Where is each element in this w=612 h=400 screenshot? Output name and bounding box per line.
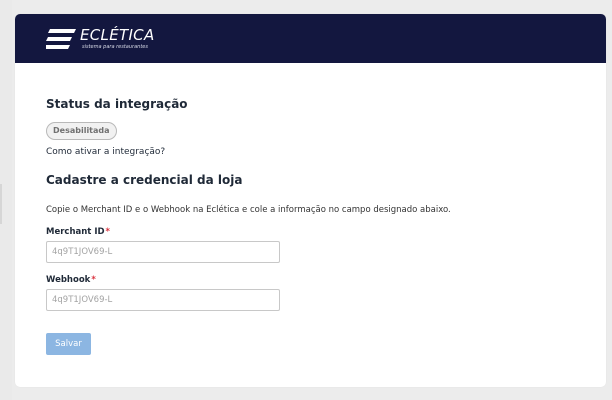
required-mark: *	[91, 275, 96, 285]
brand-tagline: sistema para restaurantes	[82, 44, 148, 50]
integration-card: ECLÉTICA sistema para restaurantes Statu…	[15, 14, 606, 387]
left-edge-notch	[0, 184, 2, 224]
logo-stripes-icon	[46, 29, 76, 49]
how-to-activate-link[interactable]: Como ativar a integração?	[46, 147, 165, 157]
credentials-description: Copie o Merchant ID e o Webhook na Eclét…	[46, 205, 451, 215]
merchant-id-label: Merchant ID*	[46, 227, 110, 237]
credentials-title: Cadastre a credencial da loja	[46, 173, 243, 187]
webhook-label-text: Webhook	[46, 275, 91, 285]
save-button[interactable]: Salvar	[46, 333, 91, 355]
webhook-input[interactable]	[46, 289, 280, 311]
required-mark: *	[105, 227, 110, 237]
webhook-label: Webhook*	[46, 275, 96, 285]
status-title: Status da integração	[46, 97, 188, 111]
merchant-id-label-text: Merchant ID	[46, 227, 105, 237]
merchant-id-input[interactable]	[46, 241, 280, 263]
status-badge: Desabilitada	[46, 122, 117, 140]
brand-name: ECLÉTICA	[80, 26, 155, 44]
app-header: ECLÉTICA sistema para restaurantes	[15, 14, 606, 63]
